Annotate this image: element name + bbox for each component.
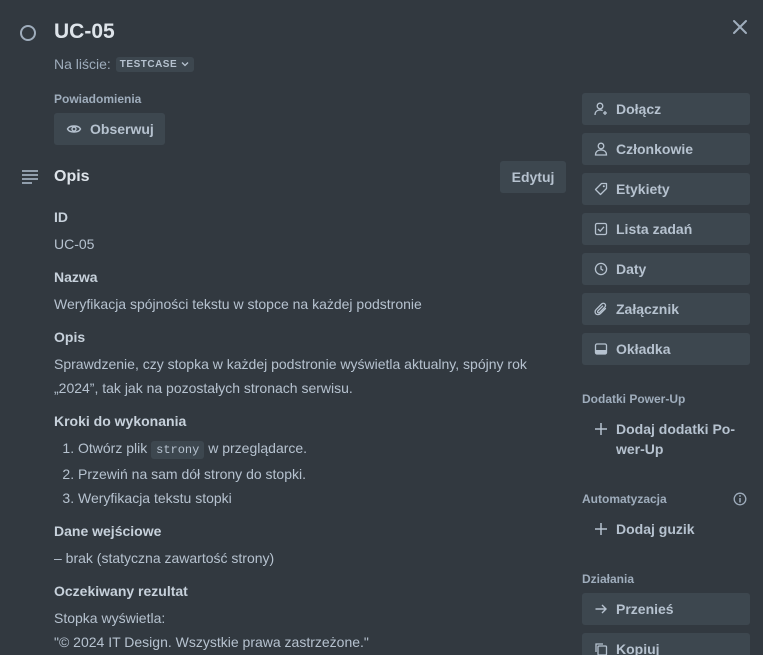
complete-status-circle-icon[interactable]: [20, 25, 36, 41]
list-select-button[interactable]: TESTCASE: [115, 56, 195, 72]
actions-heading: Działania: [582, 572, 635, 586]
expected-line-1: Stopka wyświetla:: [54, 610, 166, 626]
description-title: Opis: [54, 168, 90, 185]
desc-line-1: Sprawdzenie, czy stopka w każdej podstro…: [54, 356, 527, 372]
checklist-label: Lista zadań: [616, 221, 693, 237]
description-icon: [22, 170, 38, 184]
cover-label: Okładka: [616, 341, 671, 357]
name-heading: Nazwa: [54, 269, 98, 285]
id-value: UC-05: [54, 236, 95, 252]
members-label: Członkowie: [616, 141, 694, 157]
checkbox-icon: [594, 222, 608, 236]
edit-description-button[interactable]: Edytuj: [500, 161, 566, 193]
steps-heading: Kroki do wykonania: [54, 413, 187, 429]
id-heading: ID: [54, 209, 68, 225]
step-1-pre: Otwórz plik: [78, 440, 148, 456]
copy-button[interactable]: Kopiuj: [582, 633, 750, 655]
desc-line-2: „2024”, tak jak na pozostałych stronach …: [54, 380, 353, 396]
list-name: TESTCASE: [119, 58, 178, 70]
tag-icon: [594, 182, 608, 196]
eye-icon: [66, 125, 82, 133]
checklist-button[interactable]: Lista zadań: [582, 213, 750, 245]
close-icon[interactable]: [731, 18, 749, 36]
add-powerups-label-line-1: Dodaj dodatki Po-: [616, 421, 735, 437]
members-button[interactable]: Członkowie: [582, 133, 750, 165]
powerups-heading: Dodatki Power-Up: [582, 392, 686, 406]
on-list-row: Na liście: TESTCASE: [54, 56, 195, 72]
person-icon: [594, 142, 608, 156]
info-icon[interactable]: [733, 492, 747, 506]
plus-icon: [595, 523, 607, 535]
attachment-button[interactable]: Załącznik: [582, 293, 750, 325]
list-item: Weryfikacja tekstu stopki: [78, 486, 554, 510]
automation-heading: Automatyzacja: [582, 492, 667, 506]
input-heading: Dane wejściowe: [54, 523, 162, 539]
join-label: Dołącz: [616, 101, 662, 117]
input-value: – brak (statyczna zawartość strony): [54, 550, 275, 566]
add-button-button[interactable]: Dodaj guzik: [582, 519, 750, 539]
add-powerups-label-line-2: wer-Up: [616, 441, 664, 457]
move-label: Przenieś: [616, 601, 674, 617]
list-item: Otwórz plik strony w przeglądarce.: [78, 436, 554, 462]
labels-label: Etykiety: [616, 181, 670, 197]
paperclip-icon: [594, 302, 607, 316]
add-powerups-button[interactable]: Dodaj dodatki Po- wer-Up: [582, 419, 750, 459]
steps-list: Otwórz plik strony w przeglądarce. Przew…: [54, 436, 554, 510]
description-content[interactable]: ID UC-05 Nazwa Weryfikacja spójności tek…: [54, 208, 554, 655]
cover-button[interactable]: Okładka: [582, 333, 750, 365]
labels-button[interactable]: Etykiety: [582, 173, 750, 205]
clock-icon: [594, 262, 608, 276]
cover-icon: [594, 343, 608, 355]
dates-label: Daty: [616, 261, 647, 277]
copy-icon: [595, 643, 608, 655]
notifications-label: Powiadomienia: [54, 92, 142, 106]
add-member-icon: [594, 102, 607, 116]
inline-code: strony: [151, 441, 205, 459]
step-1-post: w przeglądarce.: [208, 440, 308, 456]
chevron-down-icon: [181, 62, 189, 67]
expected-line-2: "© 2024 IT Design. Wszystkie prawa zastr…: [54, 634, 369, 650]
attachment-label: Załącznik: [616, 301, 680, 317]
on-list-label: Na liście:: [54, 56, 111, 72]
list-item: Przewiń na sam dół strony do stopki.: [78, 462, 554, 486]
watch-button-label: Obserwuj: [90, 121, 154, 137]
watch-button[interactable]: Obserwuj: [54, 113, 165, 145]
add-button-label: Dodaj guzik: [616, 521, 695, 537]
dates-button[interactable]: Daty: [582, 253, 750, 285]
plus-icon: [595, 423, 607, 435]
desc-heading: Opis: [54, 329, 86, 345]
card-title[interactable]: UC-05: [54, 20, 115, 44]
expected-heading: Oczekiwany rezultat: [54, 583, 188, 599]
move-button[interactable]: Przenieś: [582, 593, 750, 625]
join-button[interactable]: Dołącz: [582, 93, 750, 125]
name-value: Weryfikacja spójności tekstu w stopce na…: [54, 296, 422, 312]
copy-label: Kopiuj: [616, 641, 660, 655]
arrow-right-icon: [595, 604, 607, 614]
